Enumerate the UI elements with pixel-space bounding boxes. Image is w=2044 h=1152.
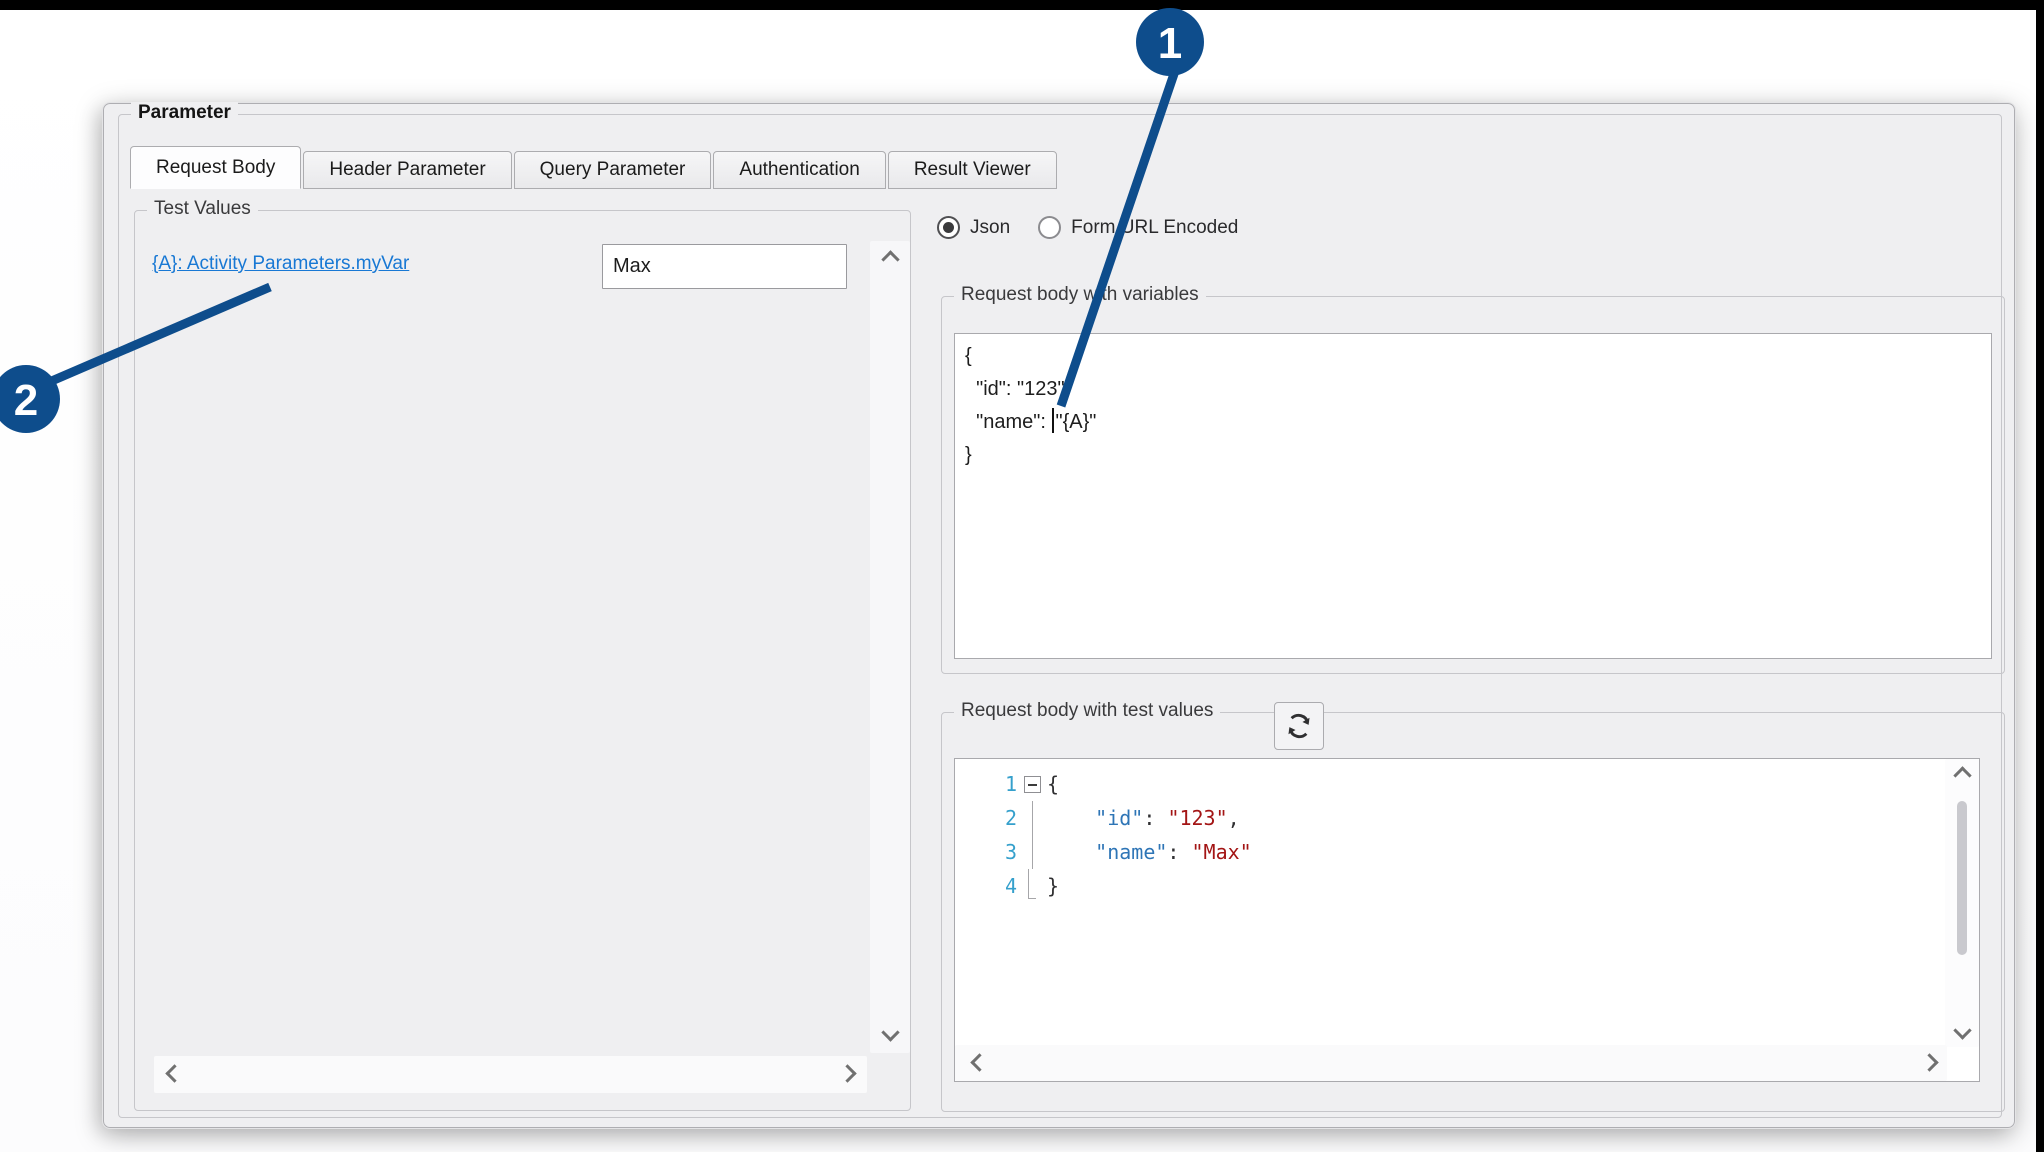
- json-radio-label[interactable]: Json: [970, 217, 1010, 239]
- chevron-up-icon: [881, 250, 899, 268]
- code-indent: [1047, 840, 1095, 864]
- code-token: ,: [1228, 806, 1240, 830]
- code-scroll-down-button[interactable]: [1945, 1024, 1979, 1037]
- line-number: 3: [955, 840, 1017, 864]
- code-token: {: [1047, 772, 1059, 796]
- tab-query-parameter[interactable]: Query Parameter: [514, 151, 712, 189]
- fold-rail-end: [1028, 869, 1036, 899]
- request-body-variables-label: Request body with variables: [954, 284, 1206, 306]
- form-url-encoded-radio-button[interactable]: [1038, 216, 1061, 239]
- code-token: }: [1047, 874, 1059, 898]
- code-token: :: [1143, 806, 1167, 830]
- scroll-up-button[interactable]: [870, 253, 910, 266]
- code-content: 1 { 2 "id": "123", 3 "name": "Max" 4: [955, 767, 1945, 1045]
- activity-parameter-variable-link[interactable]: {A}: Activity Parameters.myVar: [152, 253, 409, 275]
- chevron-down-icon: [1953, 1021, 1971, 1039]
- parameter-tabstrip: Request Body Header Parameter Query Para…: [130, 146, 1057, 189]
- tab-header-parameter[interactable]: Header Parameter: [303, 151, 511, 189]
- callout-2-circle: [0, 365, 60, 433]
- request-body-test-values-label: Request body with test values: [954, 700, 1220, 722]
- code-vertical-scrollbar[interactable]: [1945, 759, 1979, 1047]
- request-body-variables-editor[interactable]: { "id": "123", "name": "{A}" }: [954, 333, 1992, 659]
- code-fold-collapse-icon[interactable]: [1024, 776, 1041, 793]
- parameter-dialog: Parameter Request Body Header Parameter …: [103, 103, 2015, 1128]
- code-horizontal-scrollbar[interactable]: [955, 1045, 1947, 1081]
- chevron-down-icon: [881, 1023, 899, 1041]
- scroll-right-button[interactable]: [835, 1067, 859, 1080]
- scroll-left-button[interactable]: [162, 1067, 186, 1080]
- editor-line: "id": "123",: [965, 373, 1981, 406]
- callout-2-number: 2: [14, 376, 38, 425]
- test-values-vertical-scrollbar[interactable]: [870, 241, 910, 1053]
- code-token-key: "id": [1095, 806, 1143, 830]
- form-url-encoded-radio-label[interactable]: Form URL Encoded: [1071, 217, 1238, 239]
- editor-line: }: [965, 439, 1981, 472]
- parameter-groupbox-label: Parameter: [131, 102, 238, 124]
- test-values-code-viewer[interactable]: 1 { 2 "id": "123", 3 "name": "Max" 4: [954, 758, 1980, 1082]
- request-body-test-values-groupbox: Request body with test values 1 { 2: [941, 712, 2005, 1112]
- code-scroll-left-button[interactable]: [967, 1056, 991, 1069]
- refresh-button[interactable]: [1274, 702, 1324, 750]
- code-line-3: 3 "name": "Max": [955, 835, 1945, 869]
- test-values-label: Test Values: [147, 198, 258, 220]
- editor-line: "name": "{A}": [965, 406, 1981, 439]
- right-black-border: [2036, 0, 2044, 1152]
- refresh-icon: [1283, 710, 1315, 742]
- callout-1-circle: [1136, 8, 1204, 76]
- test-values-horizontal-scrollbar[interactable]: [154, 1056, 867, 1093]
- body-format-radio-group: Json Form URL Encoded: [937, 216, 1256, 239]
- code-line-4: 4 }: [955, 869, 1945, 903]
- callout-1-number: 1: [1158, 19, 1182, 68]
- editor-line: {: [965, 340, 1981, 373]
- tab-authentication[interactable]: Authentication: [713, 151, 885, 189]
- fold-rail: [1032, 801, 1033, 835]
- code-scroll-up-button[interactable]: [1945, 769, 1979, 782]
- code-token-value: "123": [1167, 806, 1227, 830]
- chevron-left-icon: [165, 1064, 183, 1082]
- request-body-variables-groupbox: Request body with variables { "id": "123…: [941, 296, 2005, 674]
- scroll-down-button[interactable]: [870, 1026, 910, 1039]
- chevron-up-icon: [1953, 766, 1971, 784]
- editor-line-text: "{A}": [1055, 411, 1096, 433]
- test-values-groupbox: Test Values {A}: Activity Parameters.myV…: [134, 210, 911, 1111]
- code-token-value: "Max": [1192, 840, 1252, 864]
- chevron-left-icon: [970, 1053, 988, 1071]
- tab-result-viewer[interactable]: Result Viewer: [888, 151, 1057, 189]
- line-number: 2: [955, 806, 1017, 830]
- code-vertical-scroll-thumb[interactable]: [1957, 801, 1967, 955]
- chevron-right-icon: [1920, 1053, 1938, 1071]
- top-black-border: [0, 0, 2044, 10]
- test-value-input[interactable]: [602, 244, 847, 289]
- tab-request-body[interactable]: Request Body: [130, 146, 301, 189]
- code-token-key: "name": [1095, 840, 1167, 864]
- fold-rail: [1032, 835, 1033, 869]
- code-line-2: 2 "id": "123",: [955, 801, 1945, 835]
- json-radio-button[interactable]: [937, 216, 960, 239]
- code-indent: [1047, 806, 1095, 830]
- editor-line-text: "name":: [965, 411, 1051, 433]
- line-number: 1: [955, 772, 1017, 796]
- code-token: :: [1167, 840, 1191, 864]
- line-number: 4: [955, 874, 1017, 898]
- code-scroll-right-button[interactable]: [1917, 1056, 1941, 1069]
- code-line-1: 1 {: [955, 767, 1945, 801]
- chevron-right-icon: [838, 1064, 856, 1082]
